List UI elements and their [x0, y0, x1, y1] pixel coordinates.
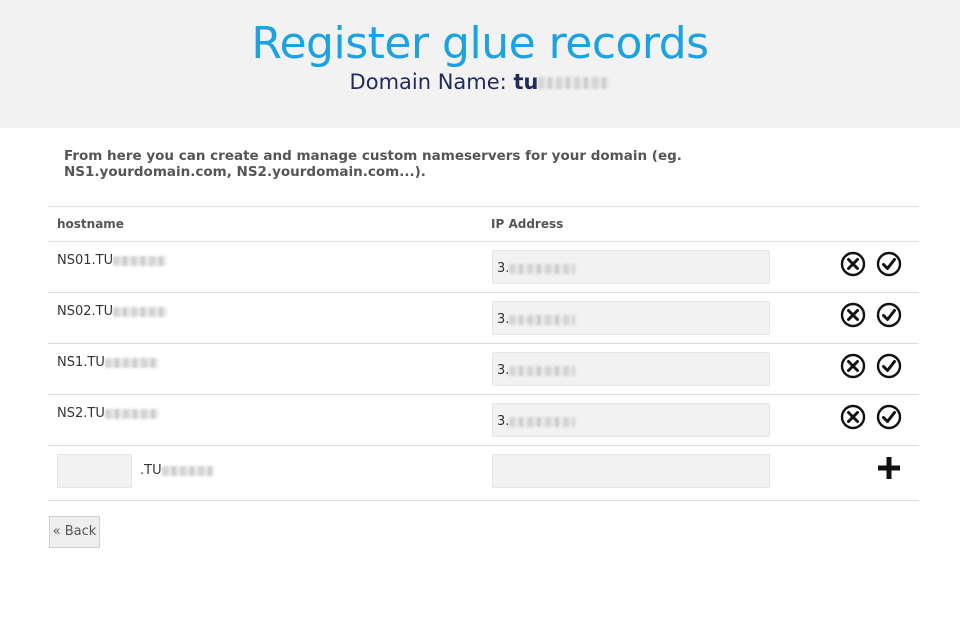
check-circle-icon[interactable] — [876, 404, 902, 430]
ip-address-input[interactable]: 3. — [492, 352, 770, 386]
check-circle-icon[interactable] — [876, 302, 902, 328]
hostname-cell: NS2.TU — [57, 406, 159, 421]
domain-name-line: Domain Name: tu — [0, 70, 960, 94]
back-button[interactable]: « Back — [49, 516, 100, 548]
new-record-row: .TU — [48, 445, 919, 501]
hostname-cell: NS01.TU — [57, 253, 168, 268]
check-circle-icon[interactable] — [876, 251, 902, 277]
domain-name-label: Domain Name: — [349, 70, 507, 94]
new-subdomain-input[interactable] — [57, 454, 132, 488]
delete-circle-icon[interactable] — [840, 251, 866, 277]
ip-address-input[interactable]: 3. — [492, 301, 770, 335]
intro-text: From here you can create and manage cust… — [64, 148, 682, 180]
table-row: NS1.TU 3. — [48, 343, 919, 394]
glue-records-table: hostname IP Address NS01.TU 3. NS02.TU 3… — [48, 206, 919, 501]
table-header-row: hostname IP Address — [48, 206, 919, 241]
domain-suffix: .TU — [140, 463, 214, 478]
table-row: NS02.TU 3. — [48, 292, 919, 343]
domain-name-value: tu — [513, 70, 611, 94]
hostname-cell: NS1.TU — [57, 355, 159, 370]
table-row: NS2.TU 3. — [48, 394, 919, 445]
new-ip-address-input[interactable] — [492, 454, 770, 488]
table-row: NS01.TU 3. — [48, 241, 919, 292]
page-header: Register glue records Domain Name: tu — [0, 0, 960, 128]
page-title: Register glue records — [251, 18, 709, 69]
delete-circle-icon[interactable] — [840, 404, 866, 430]
ip-address-input[interactable]: 3. — [492, 250, 770, 284]
hostname-cell: NS02.TU — [57, 304, 168, 319]
ip-address-input[interactable]: 3. — [492, 403, 770, 437]
column-header-hostname: hostname — [57, 217, 124, 231]
column-header-ip: IP Address — [491, 217, 564, 231]
plus-icon[interactable] — [876, 455, 902, 481]
delete-circle-icon[interactable] — [840, 302, 866, 328]
check-circle-icon[interactable] — [876, 353, 902, 379]
delete-circle-icon[interactable] — [840, 353, 866, 379]
